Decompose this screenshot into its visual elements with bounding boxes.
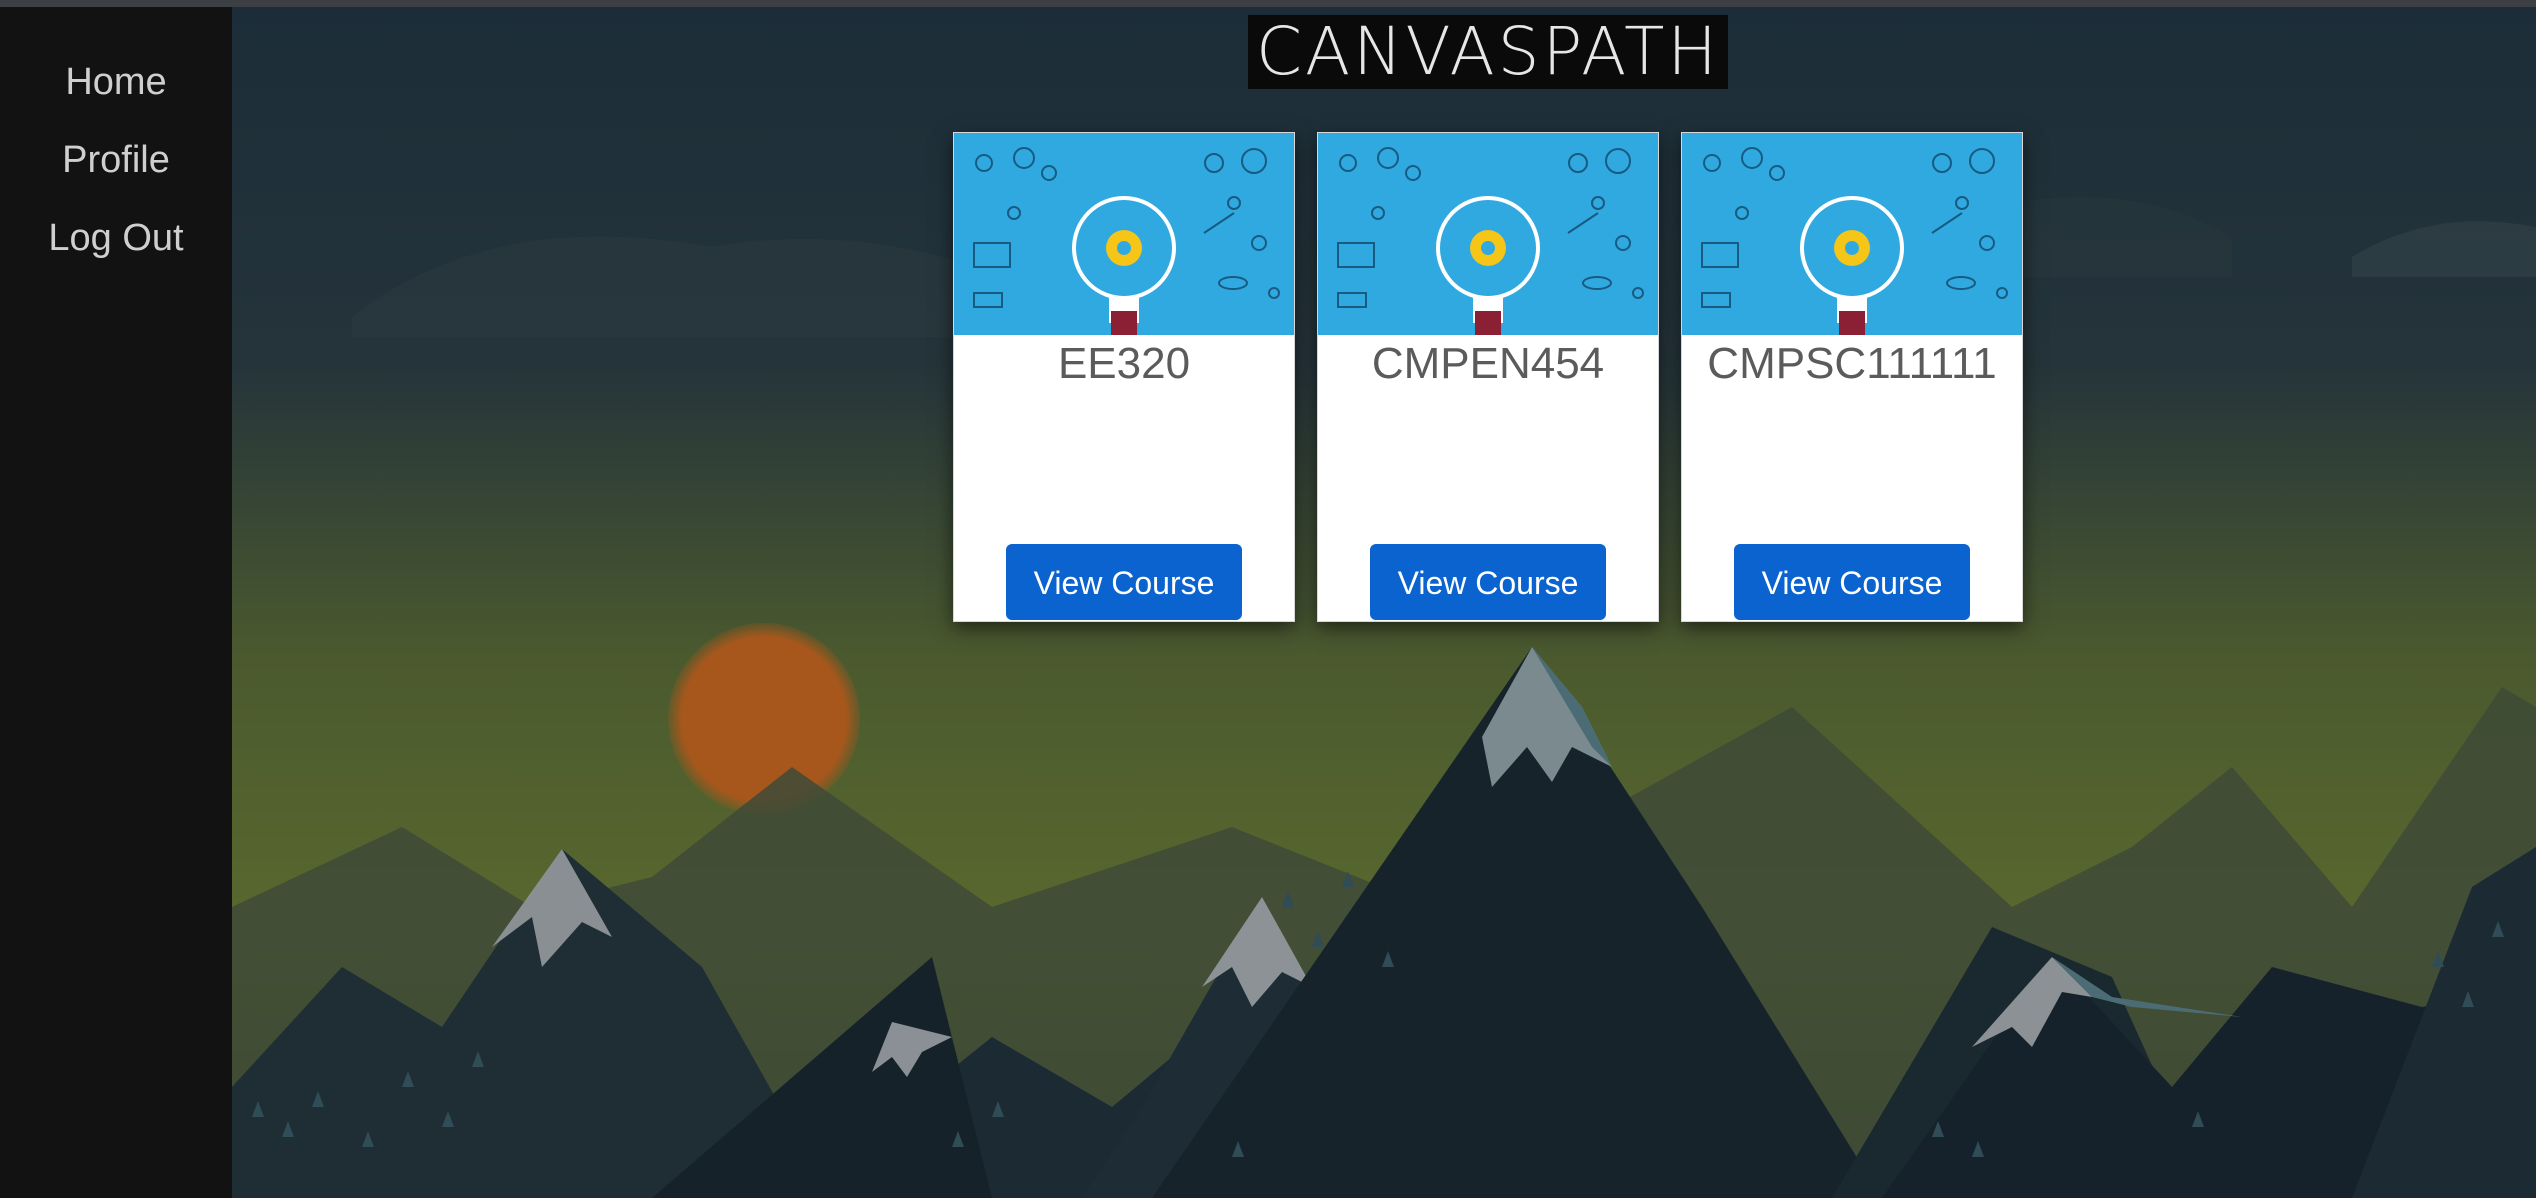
nav-home-link[interactable]: Home — [0, 43, 232, 121]
course-thumbnail-lightbulb — [1318, 133, 1658, 335]
course-card: EE320 View Course — [953, 132, 1295, 622]
view-course-button[interactable]: View Course — [1370, 544, 1606, 620]
course-code: EE320 — [1057, 339, 1191, 388]
course-code: CMPSC111111 — [1707, 339, 1997, 388]
nav-logout-link[interactable]: Log Out — [0, 199, 232, 277]
canvaspath-logo: CANVASPATH — [1248, 15, 1728, 89]
nav-profile-link[interactable]: Profile — [0, 121, 232, 199]
course-code: CMPEN454 — [1371, 339, 1605, 388]
sidebar: Home Profile Log Out — [0, 7, 232, 1198]
main-content: CANVASPATH EE320 View Course CMPEN454 Vi… — [232, 7, 2536, 1198]
view-course-button[interactable]: View Course — [1006, 544, 1242, 620]
browser-top-strip — [0, 0, 2536, 7]
view-course-button[interactable]: View Course — [1734, 544, 1970, 620]
course-card: CMPEN454 View Course — [1317, 132, 1659, 622]
course-thumbnail-lightbulb — [1682, 133, 2022, 335]
course-card: CMPSC111111 View Course — [1681, 132, 2023, 622]
course-thumbnail-lightbulb — [954, 133, 1294, 335]
